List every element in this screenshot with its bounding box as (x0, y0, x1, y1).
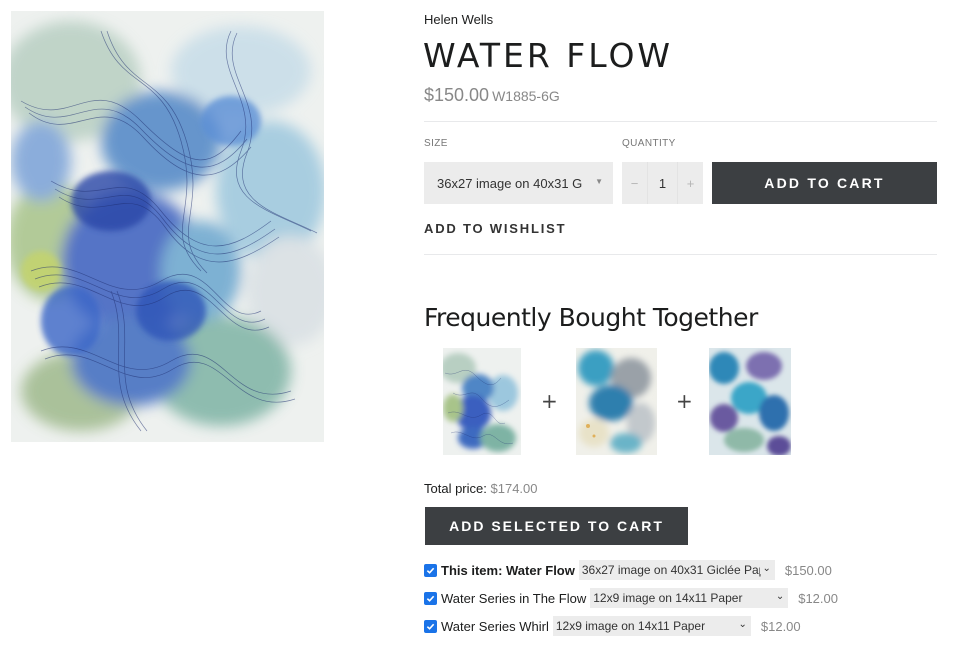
fbt-item-option-select[interactable]: 12x9 image on 14x11 Paper ⌄ (590, 588, 789, 608)
fbt-item-option-value: 12x9 image on 14x11 Paper (555, 619, 706, 633)
fbt-item-option-value: 12x9 image on 14x11 Paper (593, 591, 743, 605)
fbt-item-row: This item: Water Flow 36x27 image on 40x… (424, 559, 832, 581)
checkmark-icon (426, 595, 435, 602)
product-title: WATER FLOW (423, 36, 674, 75)
fbt-item-row: Water Series Whirl 12x9 image on 14x11 P… (424, 615, 801, 637)
quantity-stepper[interactable]: − 1 + (622, 162, 703, 204)
fbt-item-price: $12.00 (760, 618, 801, 634)
product-main-image[interactable] (11, 11, 324, 442)
fbt-item-option-select[interactable]: 36x27 image on 40x31 Giclée Pap ⌄ (578, 560, 775, 580)
chevron-down-icon: ⌄ (773, 591, 785, 602)
quantity-increment-button[interactable]: + (678, 162, 703, 204)
fbt-thumbnail-water-flow[interactable] (443, 348, 521, 455)
quantity-decrement-button[interactable]: − (622, 162, 647, 204)
product-sku: W1885-6G (492, 88, 560, 104)
fbt-item-row: Water Series in The Flow 12x9 image on 1… (424, 587, 838, 609)
size-select[interactable]: 36x27 image on 40x31 G ▼ (424, 162, 613, 204)
product-price: $150.00 (424, 85, 490, 105)
fbt-item-option-select[interactable]: 12x9 image on 14x11 Paper ⌄ (552, 616, 751, 636)
fbt-item-checkbox[interactable] (424, 563, 437, 577)
chevron-down-icon: ▼ (595, 177, 603, 186)
total-price-label: Total price: (424, 481, 487, 496)
fbt-item-price: $150.00 (784, 562, 832, 578)
chevron-down-icon: ⌄ (736, 619, 747, 630)
plus-icon: + (541, 389, 558, 413)
fbt-heading: Frequently Bought Together (424, 303, 758, 332)
fbt-item-name[interactable]: Water Series in The Flow (441, 591, 586, 606)
divider (424, 121, 937, 122)
size-select-value: 36x27 image on 40x31 G (437, 175, 583, 191)
size-label: SIZE (424, 138, 448, 149)
fbt-item-checkbox[interactable] (424, 619, 437, 633)
fbt-item-name[interactable]: Water Series Whirl (441, 619, 549, 634)
fbt-thumbnail-water-series-whirl[interactable] (709, 348, 791, 455)
artist-name[interactable]: Helen Wells (424, 12, 493, 27)
quantity-label: QUANTITY (622, 138, 676, 149)
add-selected-to-cart-button[interactable]: ADD SELECTED TO CART (425, 507, 688, 545)
total-price: Total price: $174.00 (424, 481, 538, 496)
checkmark-icon (426, 623, 435, 630)
add-to-wishlist-link[interactable]: ADD TO WISHLIST (424, 221, 566, 236)
divider (424, 254, 937, 255)
quantity-input[interactable]: 1 (647, 162, 678, 204)
fbt-item-checkbox[interactable] (424, 591, 437, 605)
add-to-cart-button[interactable]: ADD TO CART (712, 162, 937, 204)
price-row: $150.00 W1885-6G (424, 85, 560, 106)
chevron-down-icon: ⌄ (760, 563, 771, 574)
total-price-value: $174.00 (490, 481, 538, 496)
checkmark-icon (426, 567, 435, 574)
fbt-item-option-value: 36x27 image on 40x31 Giclée Pap (581, 563, 766, 577)
fbt-thumbnail-water-series-in-the-flow[interactable] (576, 348, 657, 455)
fbt-item-price: $12.00 (798, 590, 838, 606)
fbt-item-name[interactable]: This item: Water Flow (441, 563, 575, 578)
plus-icon: + (676, 389, 693, 413)
